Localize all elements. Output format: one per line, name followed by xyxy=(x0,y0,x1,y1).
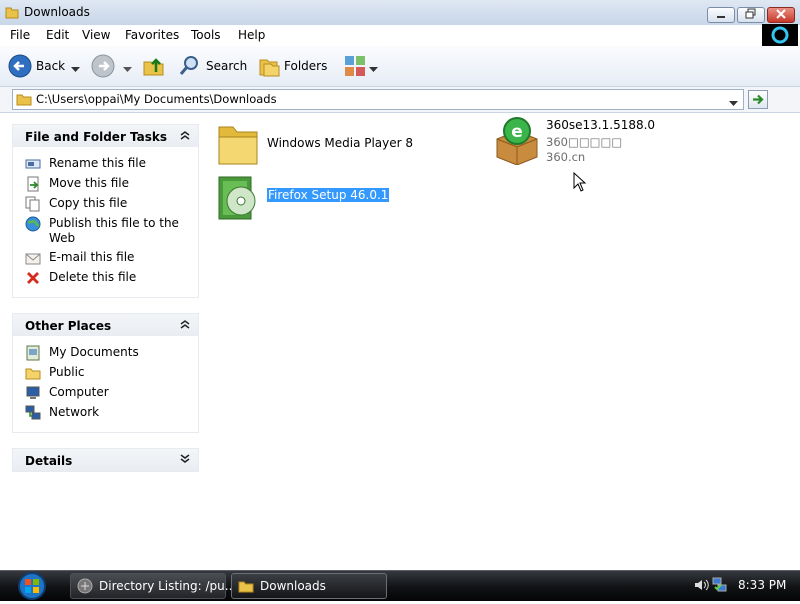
go-arrow-icon xyxy=(753,94,764,105)
views-icon[interactable] xyxy=(344,55,366,80)
file-item-selected[interactable]: Firefox Setup 46.0.1 xyxy=(215,173,415,223)
file-name: Firefox Setup 46.0.1 xyxy=(267,188,390,202)
task-email[interactable]: E-mail this file xyxy=(25,250,189,266)
expand-chevron-icon xyxy=(180,454,190,463)
file-description: 360□□□□□ xyxy=(546,135,623,149)
collapse-chevron-icon xyxy=(180,131,190,140)
places-panel-header[interactable]: Other Places xyxy=(13,314,198,336)
task-move[interactable]: Move this file xyxy=(25,176,189,192)
taskbar-item-directory-listing[interactable]: Directory Listing: /pu... xyxy=(70,573,236,599)
back-arrow-icon[interactable] xyxy=(8,54,32,81)
address-path: C:\Users\oppai\My Documents\Downloads xyxy=(36,92,277,106)
menu-file[interactable]: File xyxy=(10,28,30,42)
up-folder-icon[interactable] xyxy=(142,54,166,81)
menu-help[interactable]: Help xyxy=(238,28,265,42)
file-list-view[interactable]: Windows Media Player 8 e 360se13.1.5188.… xyxy=(205,113,800,569)
menu-tools[interactable]: Tools xyxy=(191,28,221,42)
network-icon xyxy=(25,405,41,420)
task-publish[interactable]: Publish this file to the Web xyxy=(25,216,189,246)
place-my-documents[interactable]: My Documents xyxy=(25,345,189,361)
folders-icon[interactable] xyxy=(258,54,282,81)
my-documents-icon xyxy=(26,345,40,361)
details-panel-title: Details xyxy=(25,454,73,468)
installer-box-icon: e xyxy=(496,117,538,165)
browser-icon xyxy=(77,578,93,594)
computer-icon xyxy=(26,386,40,399)
move-icon xyxy=(27,176,39,192)
folders-button[interactable]: Folders xyxy=(284,59,327,73)
views-dropdown-icon[interactable] xyxy=(369,62,378,76)
tasks-panel-title: File and Folder Tasks xyxy=(25,130,168,144)
places-panel-title: Other Places xyxy=(25,319,112,333)
details-panel: Details xyxy=(12,448,199,472)
back-button[interactable]: Back xyxy=(36,59,65,73)
restore-button[interactable] xyxy=(737,7,765,23)
toolbar: Back Search Folders xyxy=(0,46,800,87)
go-button[interactable] xyxy=(748,90,768,109)
place-public[interactable]: Public xyxy=(25,365,189,381)
menu-bar: File Edit View Favorites Tools Help xyxy=(0,25,800,46)
other-places-panel: Other Places My Documents Public Compute… xyxy=(12,313,199,433)
menu-edit[interactable]: Edit xyxy=(46,28,69,42)
search-button[interactable]: Search xyxy=(206,59,247,73)
address-field[interactable]: C:\Users\oppai\My Documents\Downloads xyxy=(12,89,744,110)
address-bar: C:\Users\oppai\My Documents\Downloads xyxy=(0,87,800,113)
search-icon[interactable] xyxy=(178,54,202,81)
volume-icon[interactable] xyxy=(693,577,709,593)
file-folder-tasks-panel: File and Folder Tasks Rename this file M… xyxy=(12,124,199,298)
windows-logo xyxy=(762,24,798,46)
menu-favorites[interactable]: Favorites xyxy=(125,28,179,42)
email-icon xyxy=(25,253,41,265)
file-name: Windows Media Player 8 xyxy=(267,136,414,150)
network-status-icon[interactable] xyxy=(712,577,728,593)
collapse-chevron-icon xyxy=(180,320,190,329)
title-bar: Downloads xyxy=(0,0,800,26)
task-delete[interactable]: Delete this file xyxy=(25,270,189,286)
place-computer[interactable]: Computer xyxy=(25,385,189,401)
file-item[interactable]: e 360se13.1.5188.0 360□□□□□ 360.cn xyxy=(493,115,693,169)
folder-icon xyxy=(218,126,258,165)
rename-icon xyxy=(25,159,41,169)
place-network[interactable]: Network xyxy=(25,405,189,421)
file-company: 360.cn xyxy=(546,150,586,164)
folder-icon xyxy=(238,581,254,593)
close-button[interactable] xyxy=(767,7,795,23)
publish-web-icon xyxy=(25,216,41,232)
mouse-cursor-icon xyxy=(573,172,587,192)
window-title: Downloads xyxy=(24,5,90,19)
windows-start-orb-icon xyxy=(18,572,46,600)
task-rename[interactable]: Rename this file xyxy=(25,156,189,172)
copy-icon xyxy=(25,196,40,212)
address-dropdown-icon[interactable] xyxy=(729,96,738,110)
folder-icon xyxy=(5,5,19,22)
folder-icon xyxy=(25,368,41,380)
forward-arrow-icon[interactable] xyxy=(91,54,115,81)
delete-icon xyxy=(27,272,39,284)
back-dropdown-icon[interactable] xyxy=(71,62,80,76)
svg-text:e: e xyxy=(511,122,523,142)
start-button[interactable] xyxy=(12,571,52,601)
file-item[interactable]: Windows Media Player 8 xyxy=(215,117,415,169)
task-copy[interactable]: Copy this file xyxy=(25,196,189,212)
menu-view[interactable]: View xyxy=(82,28,110,42)
file-name: 360se13.1.5188.0 xyxy=(546,118,656,132)
folder-icon xyxy=(16,91,32,110)
setup-cd-icon xyxy=(218,176,256,220)
forward-dropdown-icon[interactable] xyxy=(123,62,132,76)
minimize-button[interactable] xyxy=(707,7,735,23)
clock[interactable]: 8:33 PM xyxy=(738,578,786,592)
details-panel-header[interactable]: Details xyxy=(13,449,198,471)
taskbar-item-downloads[interactable]: Downloads xyxy=(231,573,387,599)
tasks-panel-header[interactable]: File and Folder Tasks xyxy=(13,125,198,147)
